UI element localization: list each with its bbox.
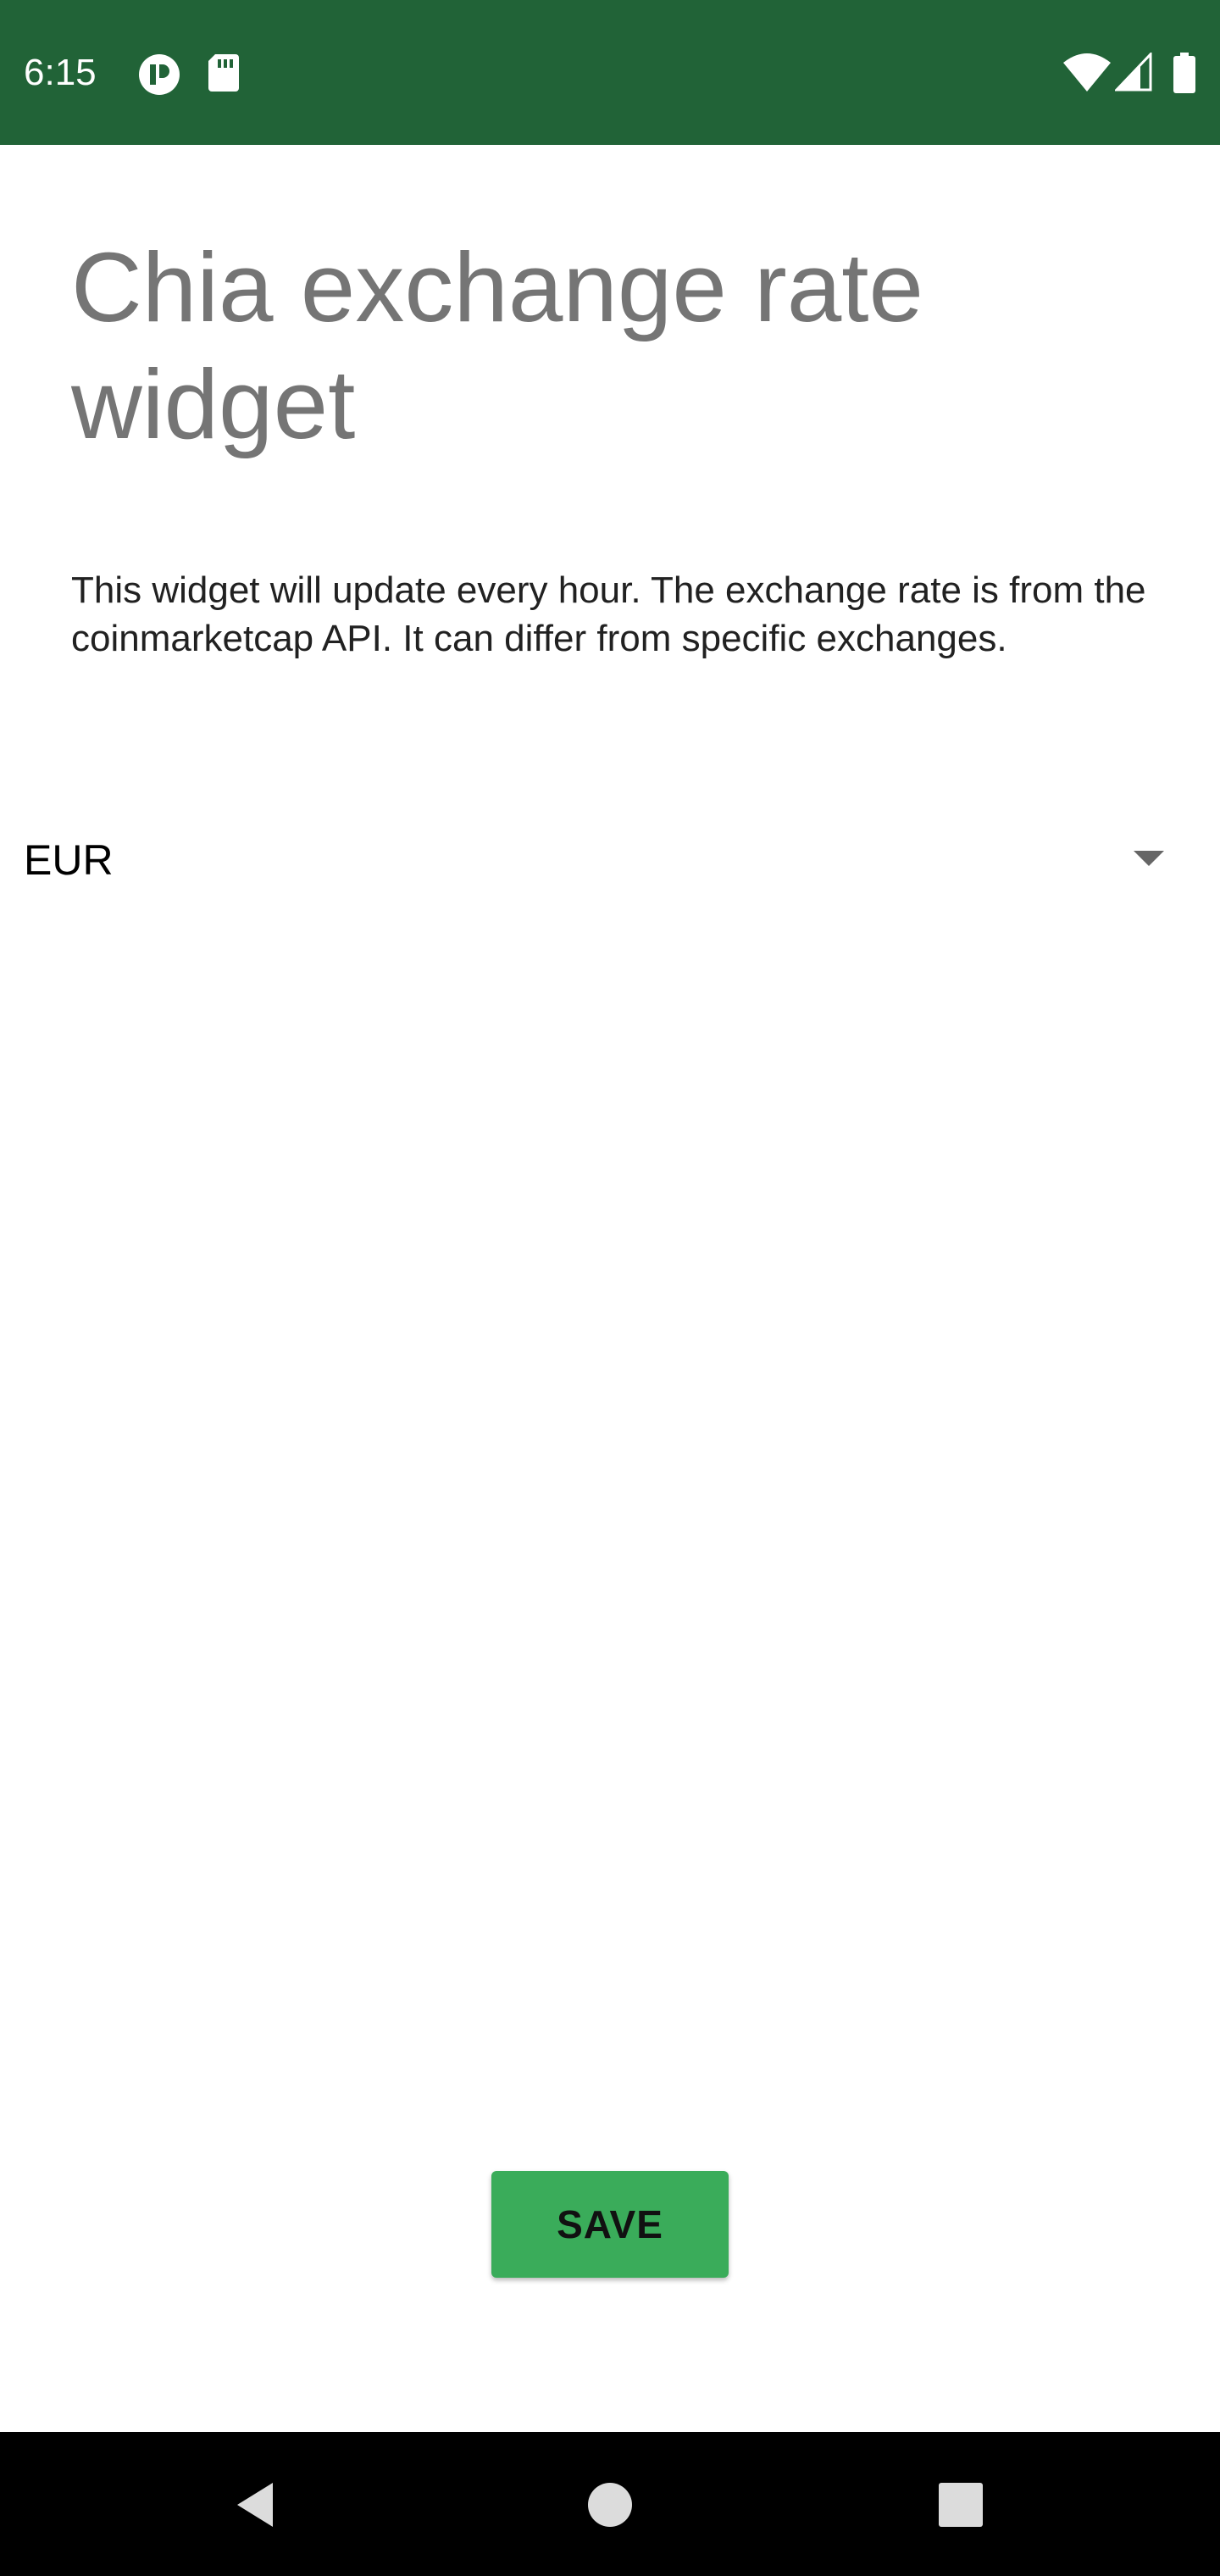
navigation-bar <box>0 2432 1220 2576</box>
page-title: Chia exchange rate widget <box>71 232 923 459</box>
dropdown-arrow-icon <box>1132 849 1166 868</box>
recents-icon[interactable] <box>925 2469 996 2540</box>
currency-selected-value: EUR <box>24 836 114 884</box>
status-bar: 6:15 <box>0 0 1220 145</box>
widget-description: This widget will update every hour. The … <box>71 569 1146 659</box>
home-icon[interactable] <box>574 2469 646 2540</box>
status-time: 6:15 <box>24 52 97 93</box>
wifi-icon <box>1062 53 1112 93</box>
back-icon[interactable] <box>220 2469 291 2540</box>
currency-dropdown[interactable]: EUR <box>0 813 1220 908</box>
cell-signal-icon <box>1113 51 1152 93</box>
battery-icon <box>1173 53 1196 93</box>
save-button[interactable]: SAVE <box>491 2171 729 2278</box>
sd-card-icon <box>207 53 251 97</box>
app-notification-icon <box>137 53 181 97</box>
